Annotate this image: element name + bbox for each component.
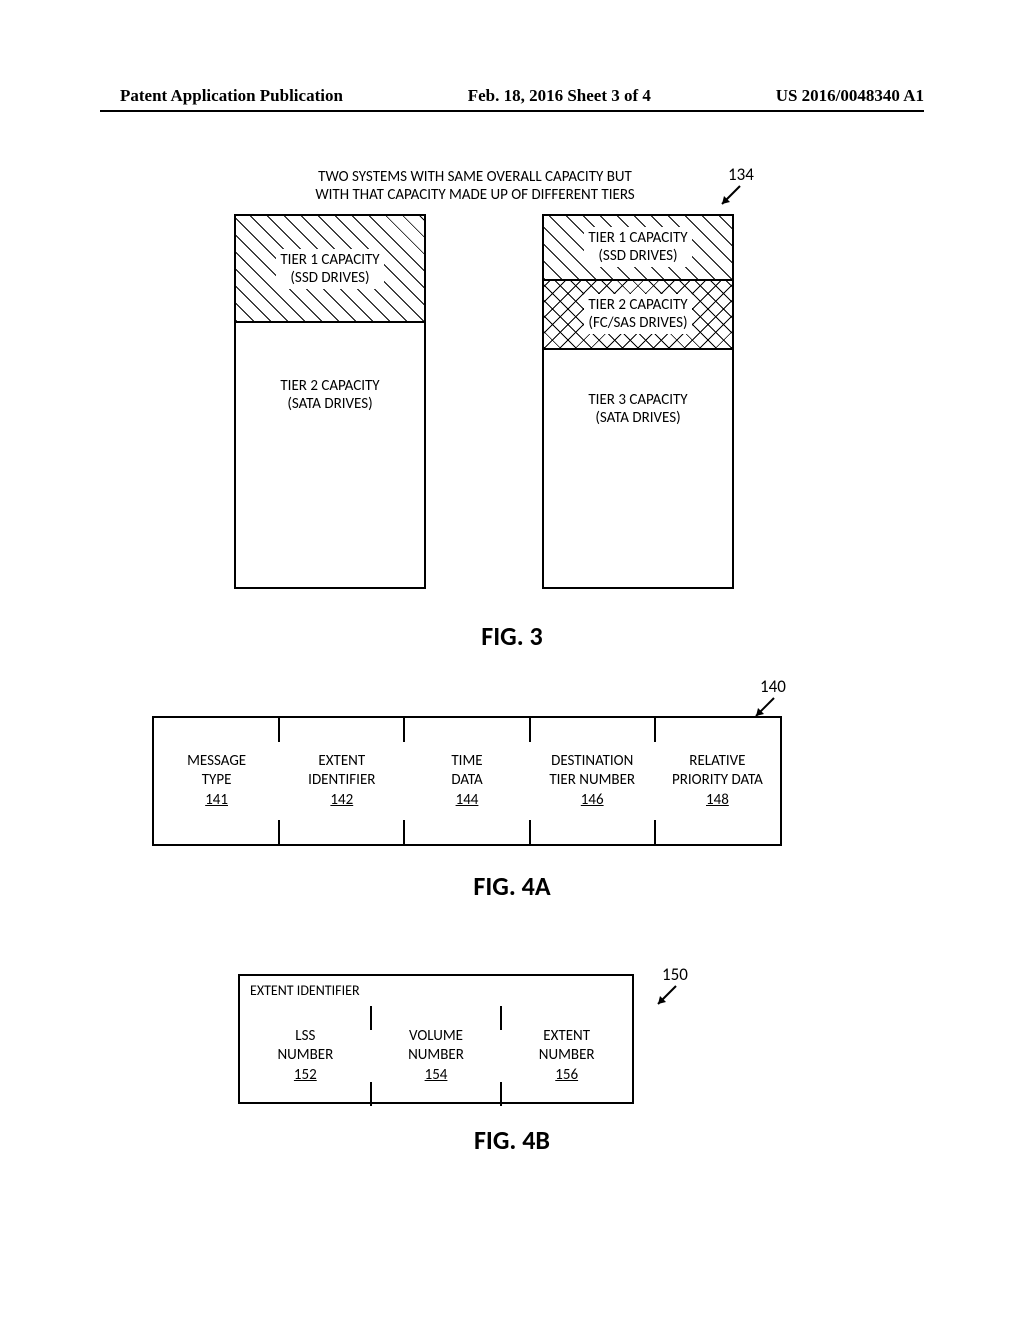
fig4a-cell-extent-identifier: EXTENT IDENTIFIER 142: [279, 718, 404, 844]
cell-line: NUMBER: [277, 1046, 333, 1066]
ref-num-140: 140: [760, 676, 786, 697]
fig3-system-b: TIER 1 CAPACITY (SSD DRIVES) TIER 2 CAPA…: [542, 214, 734, 589]
system-a-tier2: TIER 2 CAPACITY (SATA DRIVES): [236, 323, 424, 587]
cell-line: VOLUME: [409, 1027, 463, 1047]
fig4b-cell-lss-number: LSS NUMBER 152: [240, 1006, 371, 1106]
page-header: Patent Application Publication Feb. 18, …: [0, 86, 1024, 106]
tier-label-line: TIER 1 CAPACITY: [588, 229, 687, 247]
tier-label-line: (SATA DRIVES): [287, 395, 372, 413]
fig3-system-a: TIER 1 CAPACITY (SSD DRIVES) TIER 2 CAPA…: [234, 214, 426, 589]
fig4a-cell-time-data: TIME DATA 144: [404, 718, 529, 844]
fig4a-message-box: MESSAGE TYPE 141 EXTENT IDENTIFIER 142 T…: [152, 716, 782, 846]
cell-line: MESSAGE: [187, 752, 246, 772]
leader-arrow-icon: [654, 984, 678, 1008]
system-b-tier1-label: TIER 1 CAPACITY (SSD DRIVES): [584, 227, 691, 267]
cell-line: DATA: [451, 771, 482, 791]
ref-num-150: 150: [662, 964, 688, 985]
tier-label-line: (SATA DRIVES): [595, 409, 680, 427]
cell-line: RELATIVE: [689, 752, 745, 772]
system-b-tier1: TIER 1 CAPACITY (SSD DRIVES): [544, 216, 732, 281]
ref-num-134: 134: [728, 164, 754, 185]
fig4b-label: FIG. 4B: [0, 1124, 1024, 1156]
cell-line: EXTENT: [318, 752, 365, 772]
tier-label-line: TIER 1 CAPACITY: [280, 251, 379, 269]
header-rule: [100, 110, 924, 112]
fig4b-row: LSS NUMBER 152 VOLUME NUMBER 154 EXTENT …: [240, 1006, 632, 1106]
header-center: Feb. 18, 2016 Sheet 3 of 4: [468, 86, 651, 106]
fig4a-cell-relative-priority: RELATIVE PRIORITY DATA 148: [655, 718, 780, 844]
fig4b-box-title: EXTENT IDENTIFIER: [250, 982, 360, 999]
fig4a-cell-destination-tier: DESTINATION TIER NUMBER 146: [530, 718, 655, 844]
system-a-tier1-label: TIER 1 CAPACITY (SSD DRIVES): [276, 249, 383, 289]
cell-line: EXTENT: [543, 1027, 590, 1047]
leader-arrow-icon: [718, 184, 742, 208]
system-b-tier2: TIER 2 CAPACITY (FC/SAS DRIVES): [544, 281, 732, 351]
cell-line: TIER NUMBER: [549, 771, 635, 791]
fig4b-cell-extent-number: EXTENT NUMBER 156: [501, 1006, 632, 1106]
system-b-tier2-label: TIER 2 CAPACITY (FC/SAS DRIVES): [584, 294, 691, 334]
cell-line: PRIORITY DATA: [672, 771, 763, 791]
tier-label-line: (SSD DRIVES): [598, 247, 677, 265]
tier-label-line: (FC/SAS DRIVES): [588, 314, 687, 332]
tier-label-line: TIER 2 CAPACITY: [280, 377, 379, 395]
cell-line: NUMBER: [539, 1046, 595, 1066]
cell-ref-num: 156: [555, 1066, 578, 1086]
fig4b-extent-identifier-box: EXTENT IDENTIFIER LSS NUMBER 152 VOLUME …: [238, 974, 634, 1104]
cell-line: TYPE: [202, 771, 232, 791]
tier-label-line: TIER 2 CAPACITY: [588, 296, 687, 314]
fig4a-cell-message-type: MESSAGE TYPE 141: [154, 718, 279, 844]
system-a-tier1: TIER 1 CAPACITY (SSD DRIVES): [236, 216, 424, 323]
fig3-systems-row: TIER 1 CAPACITY (SSD DRIVES) TIER 2 CAPA…: [234, 214, 734, 589]
cell-line: NUMBER: [408, 1046, 464, 1066]
cell-line: LSS: [295, 1027, 315, 1047]
tier-label-line: (SSD DRIVES): [290, 269, 369, 287]
fig3-label: FIG. 3: [0, 620, 1024, 652]
cell-ref-num: 141: [205, 791, 228, 811]
tier-label-line: TIER 3 CAPACITY: [588, 391, 687, 409]
cell-ref-num: 144: [456, 791, 479, 811]
cell-ref-num: 154: [425, 1066, 448, 1086]
header-left: Patent Application Publication: [120, 86, 343, 106]
cell-ref-num: 146: [581, 791, 604, 811]
header-right: US 2016/0048340 A1: [776, 86, 924, 106]
system-b-tier3: TIER 3 CAPACITY (SATA DRIVES): [544, 350, 732, 587]
cell-ref-num: 148: [706, 791, 729, 811]
fig4a-label: FIG. 4A: [0, 870, 1024, 902]
fig4b-cell-volume-number: VOLUME NUMBER 154: [371, 1006, 502, 1106]
cell-ref-num: 152: [294, 1066, 317, 1086]
fig3-caption: TWO SYSTEMS WITH SAME OVERALL CAPACITY B…: [300, 168, 650, 204]
cell-line: IDENTIFIER: [308, 771, 375, 791]
cell-line: TIME: [451, 752, 482, 772]
cell-line: DESTINATION: [551, 752, 633, 772]
cell-ref-num: 142: [330, 791, 353, 811]
